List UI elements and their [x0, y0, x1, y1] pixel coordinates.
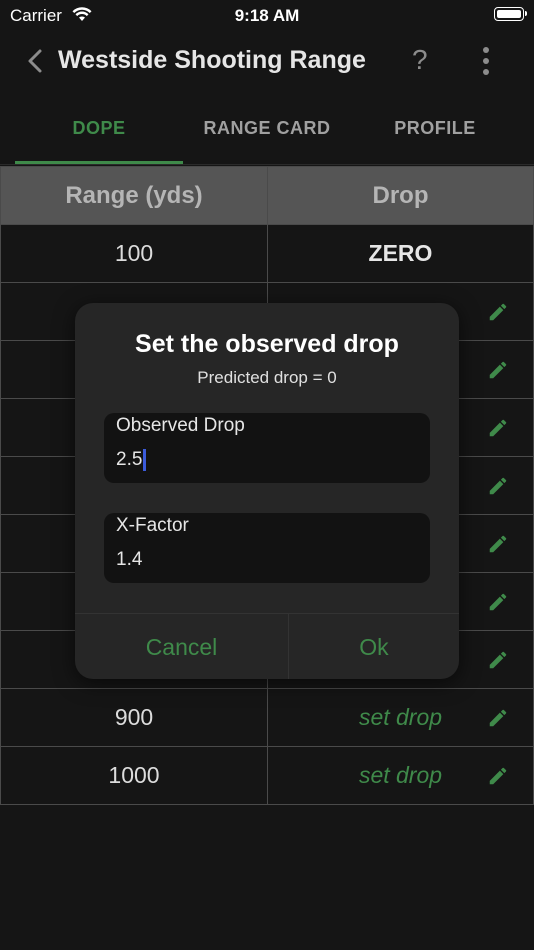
more-vertical-icon[interactable] [474, 44, 498, 80]
tab-divider [0, 164, 534, 165]
observed-drop-value: 2.5 [116, 449, 143, 471]
pencil-icon[interactable] [487, 475, 509, 497]
pencil-icon[interactable] [487, 359, 509, 381]
observed-drop-dialog: Set the observed drop Predicted drop = 0… [75, 303, 459, 679]
dialog-title: Set the observed drop [135, 330, 399, 358]
pencil-icon[interactable] [487, 591, 509, 613]
ok-button[interactable]: Ok [289, 613, 459, 679]
drop-cell[interactable]: set drop [267, 688, 534, 747]
table-header-row: Range (yds) Drop [0, 166, 534, 225]
tab-range-card[interactable]: RANGE CARD [183, 100, 351, 164]
zero-label: ZERO [368, 240, 433, 266]
observed-drop-input[interactable]: 2.5 [116, 449, 147, 471]
pencil-icon[interactable] [487, 533, 509, 555]
observed-drop-label: Observed Drop [116, 415, 245, 436]
x-factor-field[interactable]: X-Factor 1.4 [104, 513, 430, 583]
clock: 9:18 AM [234, 6, 300, 25]
pencil-icon[interactable] [487, 765, 509, 787]
pencil-icon[interactable] [487, 649, 509, 671]
status-bar: Carrier 9:18 AM [0, 0, 534, 32]
back-chevron-icon[interactable] [24, 46, 48, 76]
cancel-button[interactable]: Cancel [75, 613, 288, 679]
table-row: 1000 set drop [0, 746, 534, 805]
app-bar: Westside Shooting Range ? [0, 32, 534, 92]
range-cell: 900 [0, 688, 268, 747]
x-factor-input[interactable]: 1.4 [116, 549, 142, 571]
observed-drop-field[interactable]: Observed Drop 2.5 [104, 413, 430, 483]
drop-cell[interactable]: set drop [267, 746, 534, 805]
text-cursor [143, 449, 147, 471]
tab-profile[interactable]: PROFILE [351, 100, 519, 164]
pencil-icon[interactable] [487, 707, 509, 729]
pencil-icon[interactable] [487, 301, 509, 323]
drop-column-header: Drop [267, 166, 534, 225]
x-factor-label: X-Factor [116, 515, 189, 536]
page-title: Westside Shooting Range [58, 46, 366, 74]
range-cell: 1000 [0, 746, 268, 805]
drop-cell: ZERO [267, 224, 534, 283]
dialog-subtitle: Predicted drop = 0 [197, 368, 337, 387]
help-icon[interactable]: ? [412, 44, 428, 76]
battery-icon [494, 7, 527, 21]
table-row: 100 ZERO [0, 224, 534, 283]
set-drop-link[interactable]: set drop [359, 704, 442, 730]
pencil-icon[interactable] [487, 417, 509, 439]
table-row: 900 set drop [0, 688, 534, 747]
range-cell: 100 [0, 224, 268, 283]
range-column-header: Range (yds) [0, 166, 268, 225]
tab-bar: DOPE RANGE CARD PROFILE [0, 100, 534, 164]
tab-dope[interactable]: DOPE [15, 100, 183, 164]
set-drop-link[interactable]: set drop [359, 762, 442, 788]
